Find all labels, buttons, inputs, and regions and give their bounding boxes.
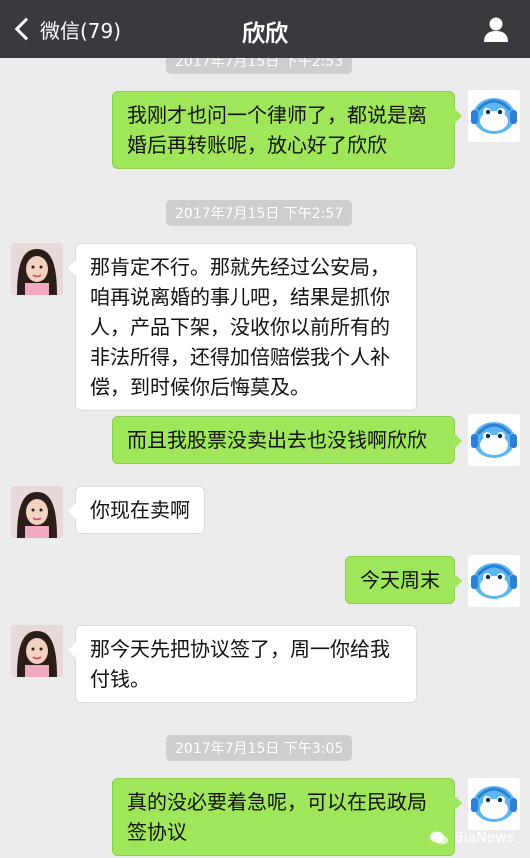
message-text: 那肯定不行。那就先经过公安局，咱再说离婚的事儿吧，结果是抓你人，产品下架，没收你… bbox=[90, 255, 390, 399]
chat-header: 微信(79) 欣欣 bbox=[0, 0, 530, 58]
avatar[interactable] bbox=[11, 243, 63, 295]
blue-mascot-icon bbox=[468, 414, 520, 466]
back-label: 微信(79) bbox=[40, 18, 122, 43]
avatar[interactable] bbox=[468, 414, 520, 466]
message-bubble-incoming[interactable]: 那肯定不行。那就先经过公安局，咱再说离婚的事儿吧，结果是抓你人，产品下架，没收你… bbox=[68, 243, 417, 411]
avatar[interactable] bbox=[11, 625, 63, 677]
message-bubble-outgoing[interactable]: 真的没必要着急呢，可以在民政局签协议 bbox=[112, 778, 462, 856]
message-text: 你现在卖啊 bbox=[90, 498, 190, 522]
timestamp: 2017年7月15日 下午2:57 bbox=[166, 200, 353, 226]
message-text: 今天周末 bbox=[360, 568, 440, 592]
message-text: 而且我股票没卖出去也没钱啊欣欣 bbox=[127, 428, 427, 452]
message-list[interactable]: 2017年7月15日 下午2:53 我刚才也问一个律师了，都说是离婚后再转账呢，… bbox=[0, 58, 530, 858]
back-button[interactable]: 微信(79) bbox=[12, 11, 121, 47]
message-bubble-incoming[interactable]: 你现在卖啊 bbox=[68, 486, 205, 534]
message-bubble-outgoing[interactable]: 而且我股票没卖出去也没钱啊欣欣 bbox=[112, 416, 462, 464]
timestamp: 2017年7月15日 下午2:53 bbox=[166, 58, 353, 74]
person-icon[interactable] bbox=[482, 15, 510, 43]
avatar[interactable] bbox=[468, 90, 520, 142]
blue-mascot-icon bbox=[468, 90, 520, 142]
girl-photo-icon bbox=[11, 486, 63, 538]
chevron-left-icon bbox=[14, 17, 38, 41]
message-text: 我刚才也问一个律师了，都说是离婚后再转账呢，放心好了欣欣 bbox=[127, 103, 427, 157]
girl-photo-icon bbox=[11, 625, 63, 677]
wechat-logo-icon bbox=[430, 831, 449, 845]
avatar[interactable] bbox=[468, 555, 520, 607]
message-text: 真的没必要着急呢，可以在民政局签协议 bbox=[127, 790, 427, 844]
message-text: 那今天先把协议签了，周一你给我付钱。 bbox=[90, 637, 390, 691]
message-bubble-outgoing[interactable]: 今天周末 bbox=[345, 556, 462, 604]
watermark: BiaNews bbox=[429, 830, 514, 846]
girl-photo-icon bbox=[11, 243, 63, 295]
message-bubble-outgoing[interactable]: 我刚才也问一个律师了，都说是离婚后再转账呢，放心好了欣欣 bbox=[112, 91, 462, 169]
blue-mascot-icon bbox=[468, 778, 520, 830]
watermark-text: BiaNews bbox=[454, 830, 514, 846]
avatar[interactable] bbox=[468, 778, 520, 830]
timestamp: 2017年7月15日 下午3:05 bbox=[166, 735, 353, 761]
avatar[interactable] bbox=[11, 486, 63, 538]
blue-mascot-icon bbox=[468, 555, 520, 607]
message-bubble-incoming[interactable]: 那今天先把协议签了，周一你给我付钱。 bbox=[68, 625, 417, 703]
